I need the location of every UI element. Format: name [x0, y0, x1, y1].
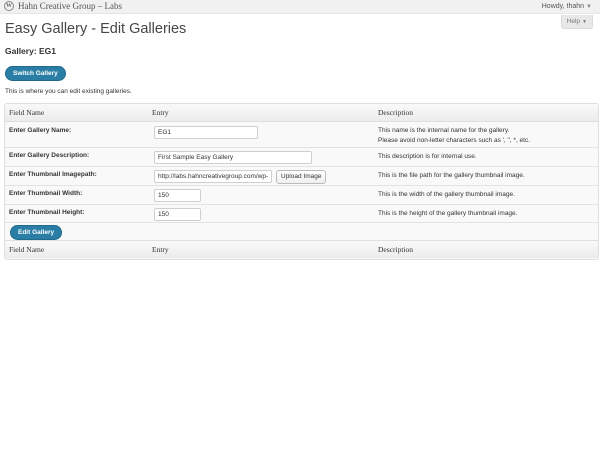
- gallery-name-description: This name is the internal name for the g…: [378, 126, 530, 146]
- edit-gallery-table: Field Name Entry Description Enter Galle…: [4, 103, 599, 260]
- thumbnail-imagepath-label: Enter Thumbnail Imagepath:: [9, 171, 97, 178]
- gallery-description-input[interactable]: First Sample Easy Gallery: [154, 151, 312, 164]
- table-header: Field Name Entry Description: [5, 104, 598, 122]
- wordpress-logo-icon[interactable]: W: [4, 1, 14, 11]
- admin-bar: W Hahn Creative Group – Labs Howdy, thah…: [0, 0, 600, 14]
- page-title: Easy Gallery - Edit Galleries: [5, 21, 187, 37]
- table-footer: Field Name Entry Description: [5, 240, 598, 258]
- site-title-link[interactable]: Hahn Creative Group – Labs: [18, 0, 122, 13]
- intro-text: This is where you can edit existing gall…: [5, 88, 132, 95]
- table-row-gallery-description: Enter Gallery Description: First Sample …: [5, 148, 598, 167]
- thumbnail-imagepath-desc: This is the file path for the gallery th…: [378, 172, 525, 179]
- table-row-gallery-name: Enter Gallery Name: EG1 This name is the…: [5, 122, 598, 148]
- thumbnail-height-desc: This is the height of the gallery thumbn…: [378, 210, 518, 217]
- gallery-name-label: Enter Gallery Name:: [9, 127, 72, 134]
- thumbnail-height-label: Enter Thumbnail Height:: [9, 209, 85, 216]
- chevron-down-icon: ▼: [582, 19, 587, 25]
- footer-field-name: Field Name: [9, 245, 45, 254]
- switch-gallery-button[interactable]: Switch Gallery: [5, 66, 66, 81]
- howdy-text: Howdy, thahn: [541, 3, 585, 10]
- help-tab[interactable]: Help ▼: [560, 15, 593, 29]
- gallery-name-desc-line-2: Please avoid non-letter characters such …: [378, 137, 531, 144]
- gallery-title: Gallery: EG1: [5, 46, 57, 56]
- gallery-name-desc-line-1: This name is the internal name for the g…: [378, 127, 510, 134]
- thumbnail-width-desc: This is the width of the gallery thumbna…: [378, 191, 515, 198]
- gallery-description-desc: This description is for internal use.: [378, 153, 477, 160]
- edit-gallery-button[interactable]: Edit Gallery: [10, 225, 63, 240]
- upload-image-button[interactable]: Upload Image: [276, 170, 327, 184]
- header-entry: Entry: [152, 108, 169, 117]
- help-label: Help: [566, 18, 581, 25]
- header-description: Description: [378, 108, 413, 117]
- header-field-name: Field Name: [9, 108, 45, 117]
- gallery-description-label: Enter Gallery Description:: [9, 152, 90, 159]
- user-menu[interactable]: Howdy, thahn ▼: [542, 0, 592, 14]
- gallery-name-input[interactable]: EG1: [154, 126, 258, 139]
- chevron-down-icon: ▼: [586, 4, 592, 10]
- thumbnail-width-input[interactable]: 150: [154, 189, 201, 202]
- table-row-thumbnail-width: Enter Thumbnail Width: 150 This is the w…: [5, 186, 598, 205]
- table-row-thumbnail-imagepath: Enter Thumbnail Imagepath: http://labs.h…: [5, 167, 598, 186]
- thumbnail-height-input[interactable]: 150: [154, 208, 201, 221]
- footer-description: Description: [378, 245, 413, 254]
- footer-entry: Entry: [152, 245, 169, 254]
- thumbnail-imagepath-input[interactable]: http://labs.hahncreativegroup.com/wp-: [154, 170, 272, 183]
- table-row-thumbnail-height: Enter Thumbnail Height: 150 This is the …: [5, 205, 598, 223]
- thumbnail-width-label: Enter Thumbnail Width:: [9, 190, 83, 197]
